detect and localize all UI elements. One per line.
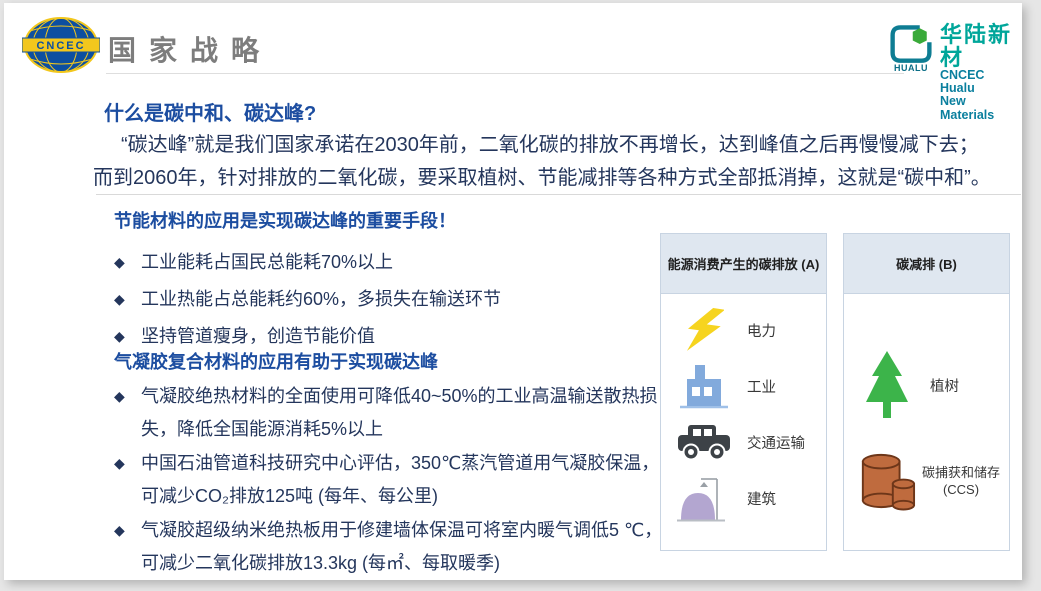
- bullet-text: 工业热能占总能耗约60%，多损失在输送环节: [141, 281, 670, 318]
- panel-b-header: 碳减排 (B): [844, 234, 1009, 294]
- tree-icon: [858, 350, 916, 420]
- factory-icon: [675, 363, 733, 409]
- panel-item-label: 植树: [930, 375, 959, 396]
- section-energy-materials: 节能材料的应用是实现碳达峰的重要手段！ ◆ 工业能耗占国民总能耗70%以上 ◆ …: [114, 207, 670, 355]
- panel-row-tree-planting: 植树: [844, 346, 1009, 424]
- cncec-logo-icon: CNCEC: [22, 15, 100, 80]
- car-icon: [675, 421, 733, 463]
- slide: CNCEC 国家战略 HUALU 华陆新材 CNCEC Hualu New Ma…: [4, 3, 1022, 580]
- diamond-bullet-icon: ◆: [114, 514, 141, 580]
- panel-a-title: 能源消费产生的碳排放 (A): [668, 254, 820, 273]
- ccs-label-line2: (CCS): [922, 481, 1000, 498]
- panel-row-electricity: 电力: [661, 302, 826, 358]
- hualu-en-line2: New Materials: [940, 95, 1022, 121]
- diamond-bullet-icon: ◆: [114, 281, 141, 318]
- intro-line1: “碳达峰”就是我们国家承诺在2030年前，二氧化碳的排放不再增长，达到峰值之后再…: [93, 129, 1025, 162]
- intro-paragraph: “碳达峰”就是我们国家承诺在2030年前，二氧化碳的排放不再增长，达到峰值之后再…: [93, 129, 1025, 195]
- section-aerogel-heading: 气凝胶复合材料的应用有助于实现碳达峰: [114, 348, 670, 374]
- panel-item-label: 建筑: [747, 488, 776, 509]
- panel-a-header: 能源消费产生的碳排放 (A): [661, 234, 826, 294]
- intro-heading: 什么是碳中和、碳达峰?: [104, 97, 316, 126]
- panel-carbon-reduction: 碳减排 (B) 植树: [843, 233, 1010, 551]
- hualu-en-line1: CNCEC Hualu: [940, 69, 1022, 95]
- panel-item-label: 电力: [747, 320, 776, 341]
- intro-line2: 而到2060年，针对排放的二氧化碳，要采取植树、节能减排等各种方式全部抵消掉，这…: [93, 162, 1025, 195]
- building-icon: [675, 473, 733, 523]
- panel-row-industry: 工业: [661, 358, 826, 414]
- hualu-mark-icon: HUALU: [888, 23, 934, 73]
- ccs-label-line1: 碳捕获和储存: [922, 464, 1000, 481]
- diamond-bullet-icon: ◆: [114, 447, 141, 513]
- section-divider: [96, 194, 1021, 195]
- list-item: ◆ 中国石油管道科技研究中心评估，350℃蒸汽管道用气凝胶保温，可减少CO₂排放…: [114, 447, 670, 513]
- bullet-text: 气凝胶绝热材料的全面使用可降低40~50%的工业高温输送散热损失，降低全国能源消…: [141, 380, 670, 446]
- panel-item-label: 交通运输: [747, 432, 805, 453]
- hualu-mark-word: HUALU: [894, 63, 928, 73]
- list-item: ◆ 工业热能占总能耗约60%，多损失在输送环节: [114, 281, 670, 318]
- barrels-icon: [858, 449, 916, 513]
- section-aerogel: 气凝胶复合材料的应用有助于实现碳达峰 ◆ 气凝胶绝热材料的全面使用可降低40~5…: [114, 348, 670, 581]
- panel-b-title: 碳减排 (B): [896, 254, 957, 273]
- diamond-bullet-icon: ◆: [114, 244, 141, 281]
- panel-item-label: 碳捕获和储存 (CCS): [922, 464, 1000, 498]
- section-energy-heading: 节能材料的应用是实现碳达峰的重要手段！: [114, 207, 670, 233]
- panel-item-label: 工业: [747, 376, 776, 397]
- list-item: ◆ 气凝胶超级纳米绝热板用于修建墙体保温可将室内暖气调低5 ℃，可减少二氧化碳排…: [114, 514, 670, 580]
- bullet-text: 工业能耗占国民总能耗70%以上: [141, 244, 670, 281]
- hualu-logo: HUALU 华陆新材 CNCEC Hualu New Materials: [888, 23, 1022, 122]
- page-title: 国家战略: [108, 29, 272, 69]
- bullet-text: 气凝胶超级纳米绝热板用于修建墙体保温可将室内暖气调低5 ℃，可减少二氧化碳排放1…: [141, 514, 670, 580]
- list-item: ◆ 工业能耗占国民总能耗70%以上: [114, 244, 670, 281]
- panel-row-transport: 交通运输: [661, 414, 826, 470]
- svg-text:CNCEC: CNCEC: [36, 40, 85, 52]
- lightning-icon: [675, 306, 733, 354]
- panel-row-construction: 建筑: [661, 470, 826, 526]
- hualu-cn-name: 华陆新材: [940, 23, 1022, 69]
- panel-row-ccs: 碳捕获和储存 (CCS): [844, 446, 1009, 516]
- header-divider: [106, 73, 904, 74]
- bullet-text: 中国石油管道科技研究中心评估，350℃蒸汽管道用气凝胶保温，可减少CO₂排放12…: [141, 447, 670, 513]
- list-item: ◆ 气凝胶绝热材料的全面使用可降低40~50%的工业高温输送散热损失，降低全国能…: [114, 380, 670, 446]
- panel-carbon-emission: 能源消费产生的碳排放 (A) 电力: [660, 233, 827, 551]
- diamond-bullet-icon: ◆: [114, 380, 141, 446]
